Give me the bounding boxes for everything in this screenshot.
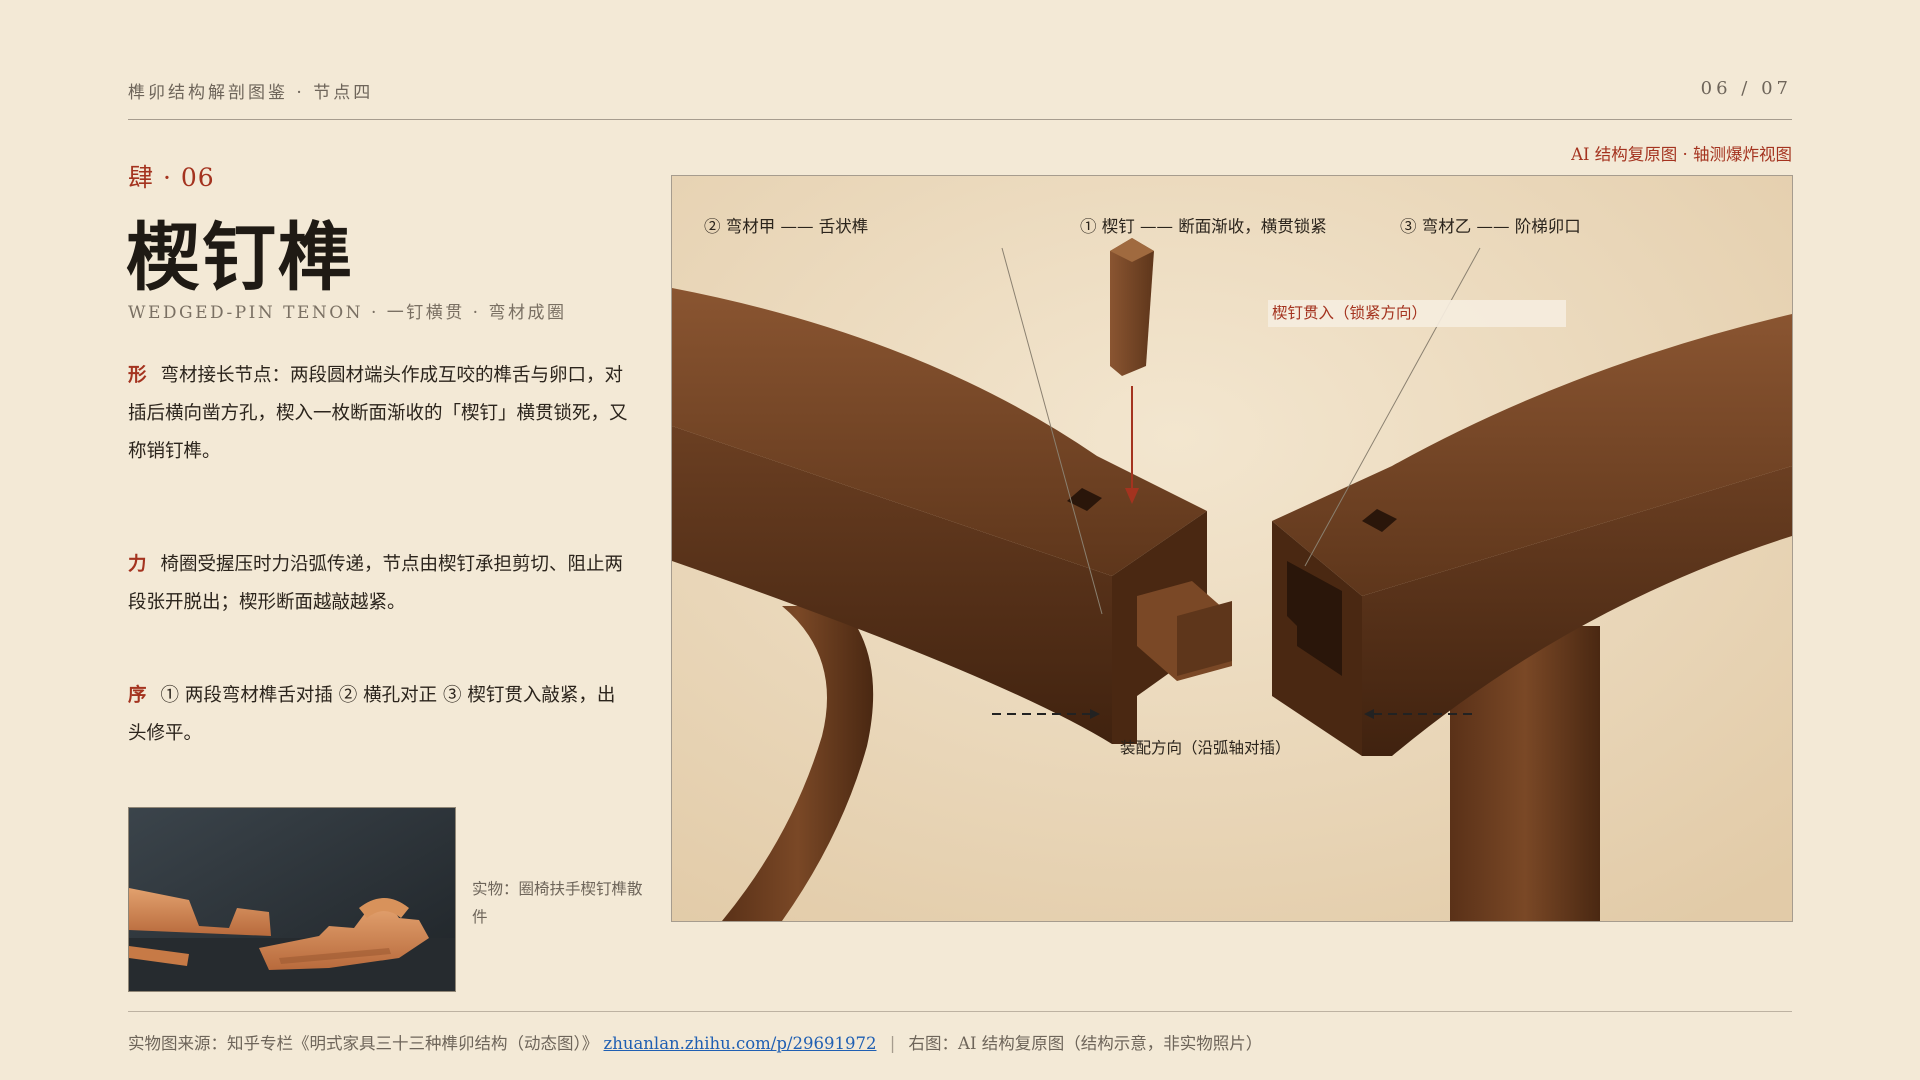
footer-divider — [128, 1011, 1792, 1012]
source-link[interactable]: zhuanlan.zhihu.com/p/29691972 — [604, 1034, 877, 1053]
paragraph-mark: 形 — [128, 365, 147, 386]
page-title: 楔钉榫 — [126, 215, 354, 301]
label-part-a: ② 弯材甲 —— 舌状榫 — [704, 217, 869, 236]
paragraph-form: 形弯材接长节点：两段圆材端头作成互咬的榫舌与卵口，对插后横向凿方孔，楔入一枚断面… — [128, 357, 628, 471]
paragraph-sequence: 序① 两段弯材榫舌对插 ② 横孔对正 ③ 楔钉贯入敲紧，出头修平。 — [128, 677, 628, 753]
physical-sample-photo — [128, 807, 456, 992]
section-number: 肆 · 06 — [128, 163, 215, 192]
header-breadcrumb: 榫卯结构解剖图鉴 · 节点四 — [128, 83, 374, 103]
label-pin: ① 楔钉 —— 断面渐收，横贯锁紧 — [1080, 217, 1327, 236]
paragraph-mark: 序 — [128, 685, 147, 706]
label-assembly-direction: 装配方向（沿弧轴对插） — [1120, 739, 1291, 757]
paragraph-mark: 力 — [128, 554, 147, 575]
diagram-tag: AI 结构复原图 · 轴测爆炸视图 — [1571, 145, 1792, 164]
paragraph-text: 弯材接长节点：两段圆材端头作成互咬的榫舌与卵口，对插后横向凿方孔，楔入一枚断面渐… — [128, 365, 628, 462]
footer: 实物图来源：知乎专栏《明式家具三十三种榫卯结构（动态图）》 zhuanlan.z… — [128, 1030, 1262, 1054]
diagram-illustration — [672, 176, 1792, 921]
label-part-b: ③ 弯材乙 —— 阶梯卯口 — [1400, 217, 1581, 236]
label-insert-direction: 楔钉贯入（锁紧方向） — [1268, 300, 1566, 327]
header-divider — [128, 119, 1792, 120]
paragraph-text: 椅圈受握压时力沿弧传递，节点由楔钉承担剪切、阻止两段张开脱出；楔形断面越敲越紧。 — [128, 554, 624, 613]
photo-caption: 实物：圈椅扶手楔钉榫散件 — [472, 880, 643, 926]
footer-note: 右图：AI 结构复原图（结构示意，非实物照片） — [908, 1034, 1263, 1053]
page-subtitle: WEDGED-PIN TENON · 一钉横贯 · 弯材成圈 — [128, 303, 567, 323]
paragraph-force: 力椅圈受握压时力沿弧传递，节点由楔钉承担剪切、阻止两段张开脱出；楔形断面越敲越紧… — [128, 546, 628, 622]
exploded-view-diagram: ② 弯材甲 —— 舌状榫 ① 楔钉 —— 断面渐收，横贯锁紧 ③ 弯材乙 —— … — [671, 175, 1793, 922]
page-indicator: 06 / 07 — [1700, 78, 1792, 99]
footer-separator: | — [889, 1034, 896, 1053]
paragraph-text: ① 两段弯材榫舌对插 ② 横孔对正 ③ 楔钉贯入敲紧，出头修平。 — [128, 685, 616, 744]
footer-source: 实物图来源：知乎专栏《明式家具三十三种榫卯结构（动态图）》 — [128, 1034, 599, 1053]
